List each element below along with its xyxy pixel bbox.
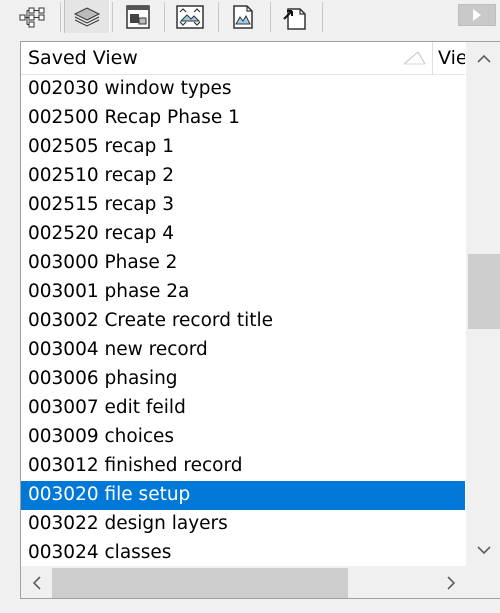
layers-icon xyxy=(73,6,101,27)
list-item-label: 002510 recap 2 xyxy=(28,165,174,186)
list-item-label: 003001 phase 2a xyxy=(28,281,190,302)
list-item-label: 003024 classes xyxy=(28,542,172,563)
chevron-left-icon xyxy=(32,576,41,590)
vertical-scrollbar[interactable] xyxy=(466,42,500,566)
scroll-left-button[interactable] xyxy=(21,566,51,598)
fit-view-icon xyxy=(176,4,204,29)
list-item-label: 003009 choices xyxy=(28,426,175,447)
saved-views-list: Saved View View 002030 window types 0025… xyxy=(20,41,500,599)
triangle-right-icon xyxy=(473,9,481,21)
image-document-icon xyxy=(233,4,253,29)
list-item[interactable]: 002520 recap 4 xyxy=(21,220,465,249)
layers-button[interactable] xyxy=(64,0,110,33)
chevron-up-icon xyxy=(476,54,491,63)
horizontal-scrollbar[interactable] xyxy=(21,566,466,598)
chevron-down-icon xyxy=(476,545,491,554)
list-item[interactable]: 003004 new record xyxy=(21,336,465,365)
list-item[interactable]: 002515 recap 3 xyxy=(21,191,465,220)
list-item[interactable]: 003007 edit feild xyxy=(21,394,465,423)
export-button[interactable] xyxy=(272,0,318,33)
scrollbar-corner xyxy=(466,566,500,598)
list-rows: 002030 window types 002500 Recap Phase 1… xyxy=(21,75,465,568)
image-document-button[interactable] xyxy=(220,0,266,33)
toolbar xyxy=(0,0,500,33)
list-header: Saved View View xyxy=(21,42,465,75)
list-item-label: 003020 file setup xyxy=(28,484,191,505)
list-item-label: 003002 Create record title xyxy=(28,310,273,331)
list-item-selected[interactable]: 003020 file setup xyxy=(21,481,465,510)
list-item-label: 003004 new record xyxy=(28,339,208,360)
column-header-saved-view[interactable]: Saved View xyxy=(21,42,433,74)
hierarchy-button[interactable] xyxy=(10,0,56,33)
vertical-scroll-thumb[interactable] xyxy=(468,254,500,329)
window-icon xyxy=(126,4,150,29)
list-item-label: 003007 edit feild xyxy=(28,397,186,418)
export-icon xyxy=(283,7,306,30)
list-item-label: 002030 window types xyxy=(28,78,232,99)
sort-ascending-icon xyxy=(403,51,426,65)
next-button[interactable] xyxy=(458,4,496,26)
list-item[interactable]: 003002 Create record title xyxy=(21,307,465,336)
list-item[interactable]: 003000 Phase 2 xyxy=(21,249,465,278)
list-item-label: 003022 design layers xyxy=(28,513,228,534)
list-item[interactable]: 003009 choices xyxy=(21,423,465,452)
list-item-label: 002515 recap 3 xyxy=(28,194,174,215)
window-button[interactable] xyxy=(115,0,161,33)
list-item-label: 003006 phasing xyxy=(28,368,178,389)
list-item[interactable]: 003022 design layers xyxy=(21,510,465,539)
list-item-label: 002520 recap 4 xyxy=(28,223,174,244)
scroll-right-button[interactable] xyxy=(436,566,466,598)
list-item[interactable]: 002500 Recap Phase 1 xyxy=(21,104,465,133)
scroll-up-button[interactable] xyxy=(466,42,500,74)
list-item[interactable]: 003012 finished record xyxy=(21,452,465,481)
list-item-label: 003000 Phase 2 xyxy=(28,252,178,273)
chevron-right-icon xyxy=(446,576,455,590)
list-item[interactable]: 003001 phase 2a xyxy=(21,278,465,307)
list-item[interactable]: 003024 classes xyxy=(21,539,465,568)
horizontal-scroll-thumb[interactable] xyxy=(52,568,348,598)
list-item[interactable]: 002505 recap 1 xyxy=(21,133,465,162)
column-header-label: View xyxy=(438,47,465,69)
column-header-label: Saved View xyxy=(28,47,138,69)
list-item-label: 003012 finished record xyxy=(28,455,243,476)
list-item[interactable]: 002510 recap 2 xyxy=(21,162,465,191)
fit-view-button[interactable] xyxy=(167,0,213,33)
column-header-view[interactable]: View xyxy=(434,42,465,74)
list-item-label: 002505 recap 1 xyxy=(28,136,174,157)
hierarchy-icon xyxy=(19,7,45,27)
list-item-label: 002500 Recap Phase 1 xyxy=(28,107,240,128)
scroll-down-button[interactable] xyxy=(466,534,500,566)
list-item[interactable]: 003006 phasing xyxy=(21,365,465,394)
list-item[interactable]: 002030 window types xyxy=(21,75,465,104)
